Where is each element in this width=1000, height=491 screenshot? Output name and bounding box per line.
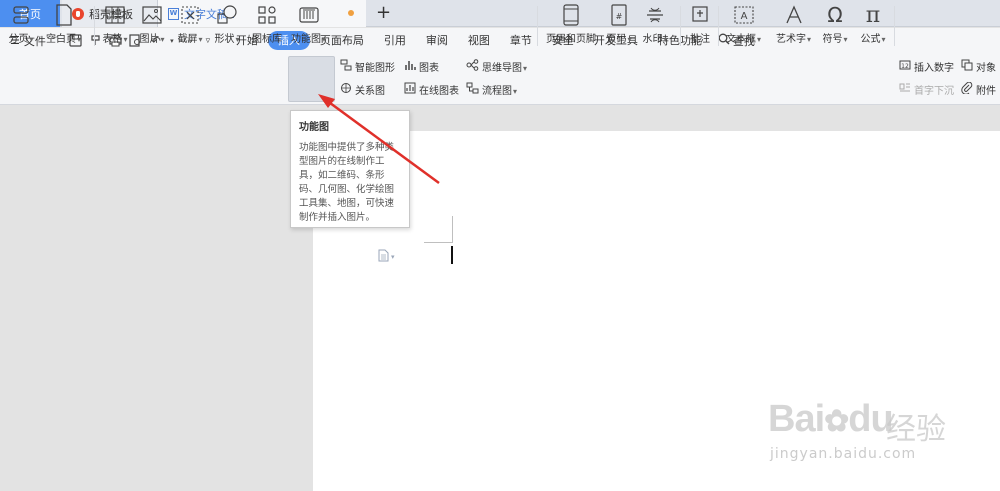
paw-icon: ✿ [824, 405, 849, 438]
watermark-brand: Bai✿du [768, 398, 894, 440]
watermark-jingyan-label: 经验 [886, 412, 946, 447]
baidu-jingyan-watermark: Bai✿du 经验 jingyan.baidu.com [768, 398, 948, 468]
watermark-url: jingyan.baidu.com [770, 446, 917, 462]
